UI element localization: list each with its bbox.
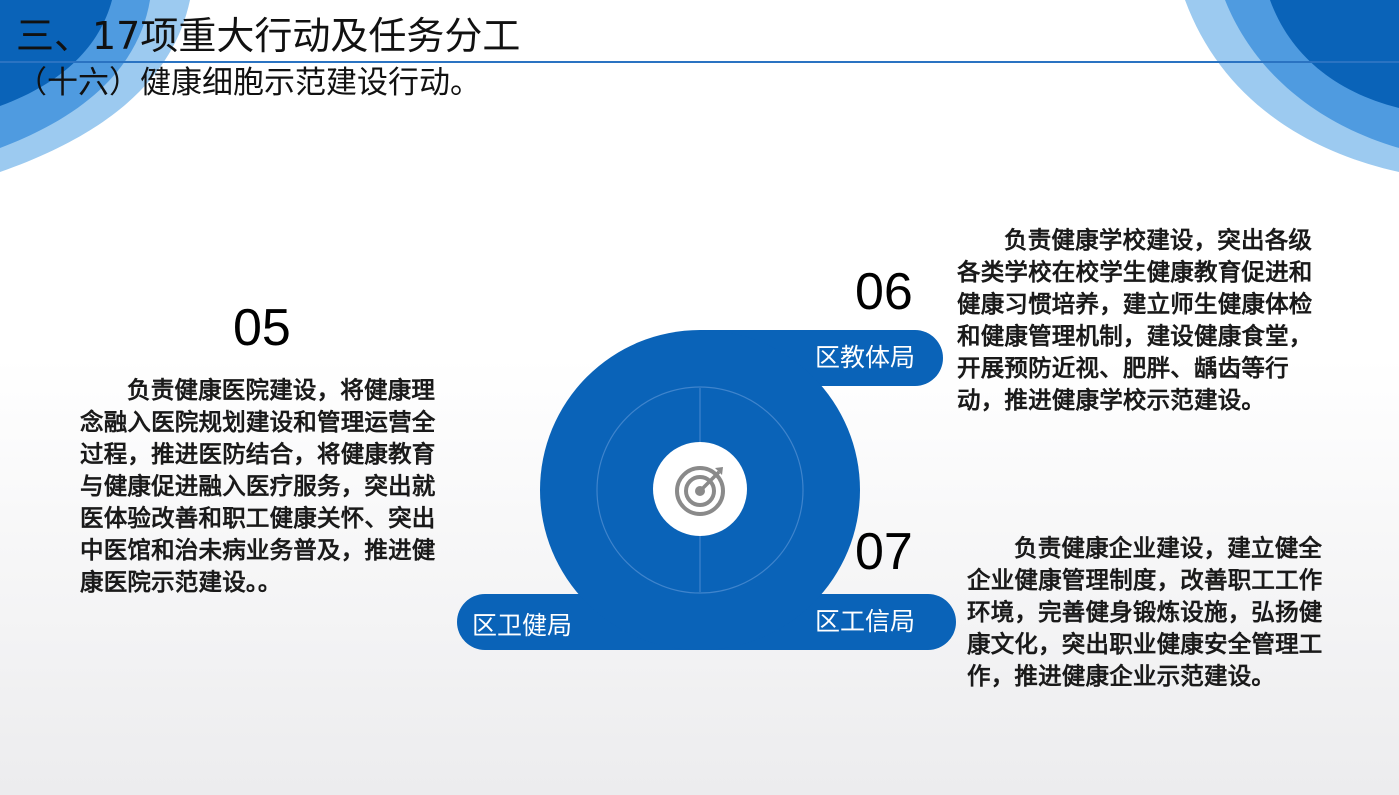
target-icon xyxy=(675,466,725,516)
item-number-05: 05 xyxy=(233,299,291,357)
item-number-07: 07 xyxy=(855,523,913,581)
department-label-06: 区教体局 xyxy=(815,343,916,372)
department-label-05: 区卫健局 xyxy=(472,611,573,640)
department-label-07: 区工信局 xyxy=(815,607,916,636)
center-badge xyxy=(653,442,747,536)
item-description-05: 负责健康医院建设，将健康理念融入医院规划建设和管理运营全过程，推进医防结合，将健… xyxy=(80,376,436,596)
item-description-06: 负责健康学校建设，突出各级各类学校在校学生健康教育促进和健康习惯培养，建立师生健… xyxy=(957,226,1313,414)
item-number-06: 06 xyxy=(855,263,913,321)
item-description-07: 负责健康企业建设，建立健全企业健康管理制度，改善职工工作环境，完善健身锻炼设施，… xyxy=(967,534,1323,690)
slide: 三、17项重大行动及任务分工 （十六）健康细胞示范建设行动。 区教体局 区卫健局… xyxy=(0,0,1399,795)
